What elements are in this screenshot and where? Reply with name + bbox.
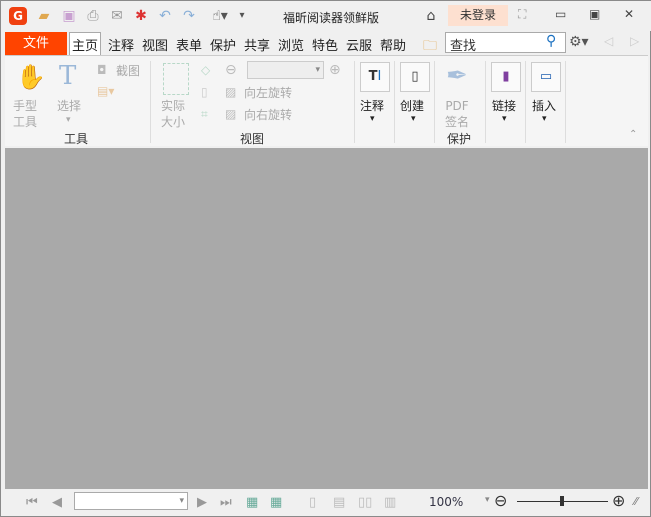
select-dropdown-icon[interactable]: ▾ <box>66 112 71 128</box>
divider <box>525 61 526 143</box>
divider <box>485 61 486 143</box>
continuous-icon[interactable]: ▤ <box>333 495 345 510</box>
divider <box>150 61 151 143</box>
maximize-button[interactable]: ▣ <box>589 7 600 21</box>
zoom-dropdown-icon[interactable]: ▾ <box>485 495 490 505</box>
fit-page-icon[interactable]: ◇ <box>201 63 210 77</box>
tab-help[interactable]: 帮助 <box>380 35 406 53</box>
group-label-protect: 保护 <box>447 132 472 146</box>
close-button[interactable]: ✕ <box>624 7 634 21</box>
comment-dropdown-icon[interactable]: ▾ <box>370 111 375 127</box>
new-document-icon[interactable]: ✱ <box>133 8 149 24</box>
customize-toolbar-icon[interactable]: ▾ <box>234 8 250 24</box>
single-page-icon[interactable]: ▯ <box>309 495 316 510</box>
hand-dropdown-icon[interactable]: ☝▾ <box>205 8 235 24</box>
previous-page-icon[interactable]: ◀ <box>52 495 62 510</box>
login-button[interactable]: 未登录 <box>448 5 508 26</box>
link-dropdown-icon[interactable]: ▾ <box>502 111 507 127</box>
tab-features[interactable]: 特色 <box>312 35 338 53</box>
screenshot-button[interactable]: 截图 <box>116 63 140 79</box>
rotate-right-icon: ▨ <box>225 107 237 121</box>
collapse-ribbon-icon[interactable]: ⌃ <box>629 129 637 140</box>
settings-icon[interactable]: ⚙▾ <box>569 34 589 50</box>
tab-protect[interactable]: 保护 <box>210 35 236 53</box>
divider <box>394 61 395 143</box>
save-icon[interactable]: ▣ <box>61 8 77 24</box>
tab-cloud[interactable]: 云服 <box>346 35 372 53</box>
zoom-in-icon[interactable]: ⊕ <box>329 62 341 78</box>
tab-browse[interactable]: 浏览 <box>278 35 304 53</box>
select-text-icon: T <box>59 61 77 91</box>
page-number-input[interactable]: ▾ <box>74 492 188 510</box>
paste-icon[interactable]: ▤▾ <box>97 84 114 98</box>
app-logo-icon: G <box>9 7 27 25</box>
hand-tool-icon: ✋ <box>16 63 46 91</box>
tab-view[interactable]: 视图 <box>142 35 168 53</box>
zoom-percentage[interactable]: 100% <box>429 495 463 509</box>
next-arrow-icon[interactable]: ▷ <box>630 34 639 48</box>
document-area[interactable] <box>5 148 648 489</box>
create-dropdown-icon[interactable]: ▾ <box>411 111 416 127</box>
skin-icon[interactable]: ⌂ <box>423 8 439 24</box>
pen-sign-icon: ✒ <box>446 61 468 91</box>
group-label-view: 视图 <box>240 132 265 146</box>
fullscreen-icon[interactable]: ⛶ <box>518 7 526 22</box>
facing-icon[interactable]: ▯▯ <box>358 495 372 510</box>
zoom-in-button[interactable]: ⊕ <box>612 491 625 510</box>
comment-text-icon: TI <box>360 62 390 92</box>
resize-grip-icon[interactable]: ⁄⁄ <box>634 495 638 508</box>
window-title: 福昕阅读器领鲜版 <box>283 11 380 25</box>
last-page-icon[interactable]: ⏭ <box>220 495 232 510</box>
tab-home[interactable]: 主页 <box>69 32 102 56</box>
zoom-out-icon[interactable]: ⊖ <box>225 62 237 78</box>
file-menu-button[interactable]: 文件 <box>5 32 67 55</box>
divider <box>434 61 435 143</box>
open-folder-icon[interactable]: ▰ <box>36 8 52 24</box>
group-label-tools: 工具 <box>64 132 89 146</box>
rotate-left-icon: ▨ <box>225 85 237 99</box>
create-icon: ▯ <box>400 62 430 92</box>
zoom-select[interactable]: ▾ <box>247 61 324 79</box>
undo-icon[interactable]: ↶ <box>157 8 173 24</box>
prev-arrow-icon[interactable]: ◁ <box>604 34 613 48</box>
divider <box>565 61 566 143</box>
tab-form[interactable]: 表单 <box>176 35 202 53</box>
zoom-out-button[interactable]: ⊖ <box>494 491 507 510</box>
minimize-button[interactable]: ▭ <box>555 7 566 21</box>
rotate-right-button[interactable]: 向右旋转 <box>244 107 292 123</box>
next-view-icon[interactable]: ▦ <box>270 495 282 510</box>
zoom-slider-thumb[interactable] <box>560 496 564 506</box>
actual-size-icon <box>163 63 189 95</box>
next-page-icon[interactable]: ▶ <box>197 495 207 510</box>
divider <box>354 61 355 143</box>
search-icon[interactable]: ⚲ <box>546 33 556 49</box>
insert-media-icon: ▭ <box>531 62 561 92</box>
print-icon[interactable]: ⎙ <box>85 8 101 24</box>
actual-size-button[interactable]: 实际 大小 <box>161 98 185 130</box>
camera-icon: ◘ <box>97 63 107 77</box>
rotate-left-button[interactable]: 向左旋转 <box>244 85 292 101</box>
pdf-sign-button[interactable]: PDF 签名 <box>445 98 469 130</box>
fit-visible-icon[interactable]: ⌗ <box>201 107 208 122</box>
tab-comment[interactable]: 注释 <box>108 35 134 53</box>
fit-width-icon[interactable]: ▯ <box>201 85 208 99</box>
insert-dropdown-icon[interactable]: ▾ <box>542 111 547 127</box>
first-page-icon[interactable]: ⏮ <box>26 495 38 510</box>
link-bookmark-icon: ▮ <box>491 62 521 92</box>
redo-icon[interactable]: ↷ <box>181 8 197 24</box>
previous-view-icon[interactable]: ▦ <box>246 495 258 510</box>
continuous-facing-icon[interactable]: ▥ <box>384 495 396 510</box>
email-icon[interactable]: ✉ <box>109 8 125 24</box>
hand-tool-button[interactable]: 手型 工具 <box>13 98 37 130</box>
tab-share[interactable]: 共享 <box>244 35 270 53</box>
